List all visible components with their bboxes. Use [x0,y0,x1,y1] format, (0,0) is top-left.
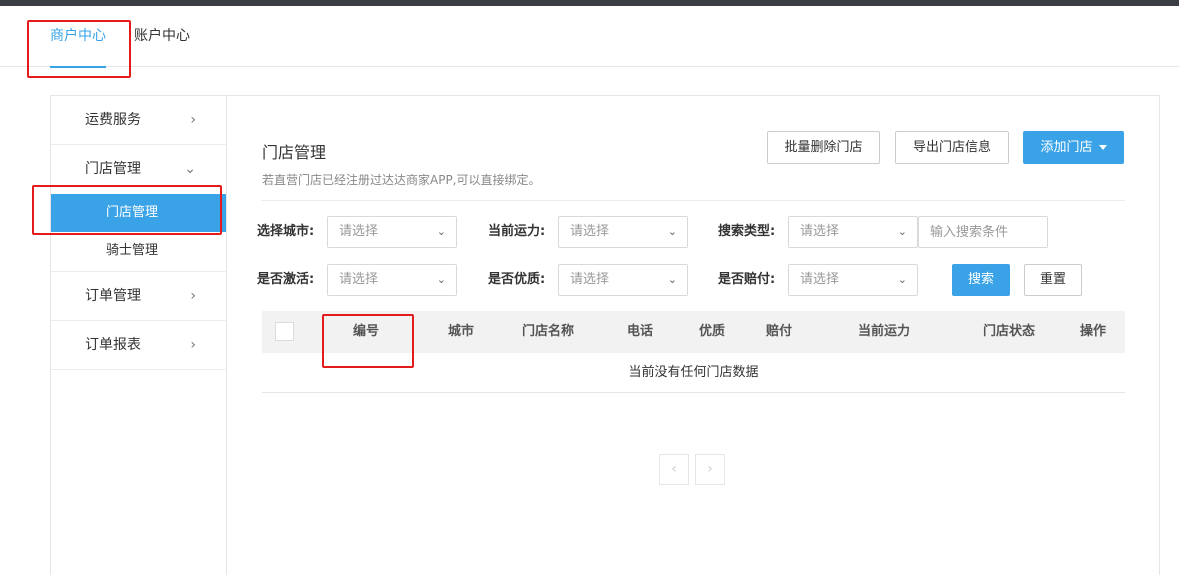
activated-select[interactable]: 请选择 ⌄ [327,264,457,296]
sidebar-item-label: 门店管理 [85,161,141,177]
reset-button[interactable]: 重置 [1024,264,1082,296]
chevron-down-icon: ⌄ [184,161,196,177]
tab-account-center[interactable]: 账户中心 [134,6,190,67]
select-placeholder: 请选择 [570,272,610,287]
search-input[interactable] [918,216,1048,248]
sidebar-item-store-management[interactable]: 门店管理 ⌄ [51,145,226,194]
select-placeholder: 请选择 [570,224,610,239]
caret-down-icon [1098,145,1107,150]
select-placeholder: 请选择 [800,272,840,287]
select-all-checkbox[interactable] [275,322,294,341]
column-header: 当前运力 [857,324,910,339]
sidebar-subitem-rider-management[interactable]: 骑士管理 [51,232,226,272]
city-select[interactable]: 请选择 ⌄ [327,216,457,248]
sidebar-item-label: 运费服务 [85,112,141,128]
store-table: 编号 城市 门店名称 电话 优质 赔付 当前运力 门店状态 操作 当前没有任何门… [262,311,1125,393]
select-placeholder: 请选择 [339,224,379,239]
sidebar-item-order-management[interactable]: 订单管理 › [51,272,226,321]
sidebar-item-freight-service[interactable]: 运费服务 › [51,96,226,145]
select-placeholder: 请选择 [339,272,379,287]
add-store-label: 添加门店 [1040,140,1093,155]
city-filter-label: 选择城市: [257,224,315,239]
chevron-right-icon: › [190,112,196,128]
page-title: 门店管理 [262,143,327,162]
select-arrow-icon: ⌄ [436,273,446,286]
chevron-right-icon: › [190,337,196,353]
compensate-select[interactable]: 请选择 ⌄ [788,264,918,296]
sidebar-subitem-label: 门店管理 [106,205,159,220]
empty-state-text: 当前没有任何门店数据 [628,365,759,380]
content-panel: 运费服务 › 门店管理 ⌄ 门店管理 骑士管理 订单管理 › 订单报表 › 门店… [50,95,1160,575]
column-header: 操作 [1079,324,1106,339]
search-type-label: 搜索类型: [718,224,776,239]
export-button[interactable]: 导出门店信息 [895,131,1009,164]
column-header: 门店名称 [521,324,574,339]
page-hint: 若直营门店已经注册过达达商家APP,可以直接绑定。 [262,173,541,187]
activated-filter-label: 是否激活: [257,272,315,287]
column-header: 门店状态 [982,324,1035,339]
compensate-filter-label: 是否赔付: [718,272,776,287]
add-store-button[interactable]: 添加门店 [1023,131,1124,164]
column-header: 编号 [352,324,379,339]
sidebar-subitem-store-management[interactable]: 门店管理 [51,194,226,232]
column-header: 电话 [626,324,653,339]
chevron-right-icon: › [190,288,196,304]
sidebar-item-label: 订单报表 [85,337,141,353]
main-content: 门店管理 若直营门店已经注册过达达商家APP,可以直接绑定。 批量删除门店 导出… [257,96,1125,575]
tab-merchant-center[interactable]: 商户中心 [50,6,106,68]
capacity-select[interactable]: 请选择 ⌄ [558,216,688,248]
bulk-delete-button[interactable]: 批量删除门店 [767,131,880,164]
select-arrow-icon: ⌄ [667,273,677,286]
pager-next-button[interactable]: › [695,454,725,485]
capacity-filter-label: 当前运力: [488,224,546,239]
sidebar-subitem-label: 骑士管理 [106,243,159,258]
column-header: 优质 [698,324,725,339]
pager-prev-button[interactable]: ‹ [659,454,689,485]
select-arrow-icon: ⌄ [667,225,677,238]
table-header: 编号 城市 门店名称 电话 优质 赔付 当前运力 门店状态 操作 [262,311,1125,353]
column-header: 城市 [447,324,474,339]
select-placeholder: 请选择 [800,224,840,239]
sidebar: 运费服务 › 门店管理 ⌄ 门店管理 骑士管理 订单管理 › 订单报表 › [51,96,227,575]
select-arrow-icon: ⌄ [897,273,907,286]
column-header: 赔付 [765,324,792,339]
quality-select[interactable]: 请选择 ⌄ [558,264,688,296]
search-type-select[interactable]: 请选择 ⌄ [788,216,918,248]
table-body: 当前没有任何门店数据 [262,353,1125,393]
select-arrow-icon: ⌄ [897,225,907,238]
top-tabs: 商户中心 账户中心 [0,6,1179,68]
sidebar-item-label: 订单管理 [85,288,141,304]
search-button[interactable]: 搜索 [952,264,1010,296]
quality-filter-label: 是否优质: [488,272,546,287]
sidebar-item-order-report[interactable]: 订单报表 › [51,321,226,370]
select-arrow-icon: ⌄ [436,225,446,238]
header-divider [261,200,1125,201]
